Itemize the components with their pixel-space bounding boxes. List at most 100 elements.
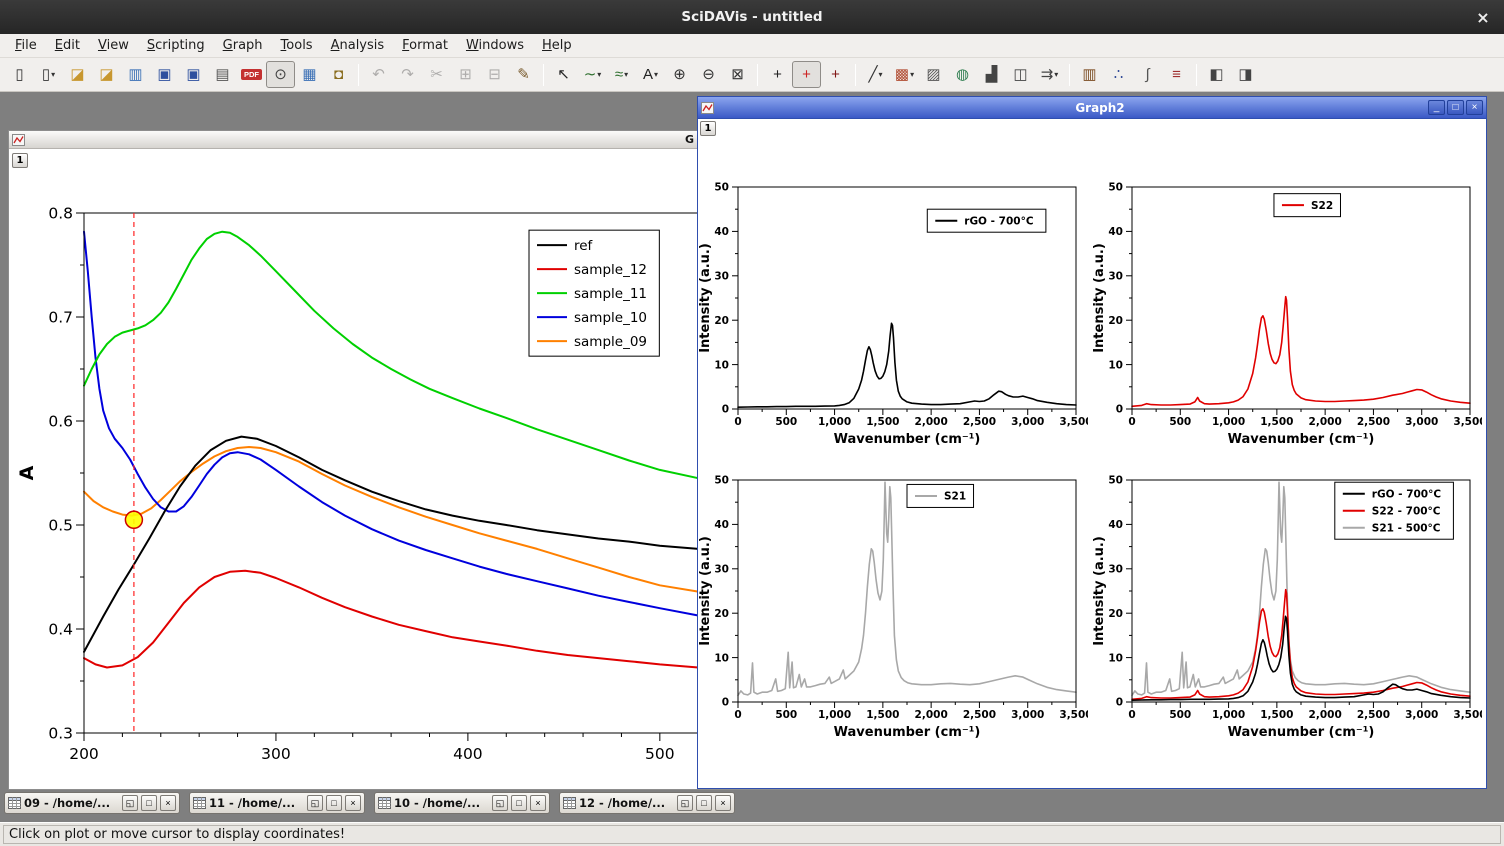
- close-button[interactable]: ×: [715, 795, 731, 811]
- svg-text:50: 50: [714, 475, 729, 487]
- new-project-button[interactable]: ▯: [5, 61, 34, 88]
- maximize-button[interactable]: □: [1447, 100, 1464, 115]
- open-project-button[interactable]: ◪: [63, 61, 92, 88]
- maximize-button[interactable]: □: [511, 795, 527, 811]
- svg-text:20: 20: [714, 315, 729, 327]
- table-icon: [8, 797, 21, 809]
- print-preview-button[interactable]: ⊙: [266, 61, 295, 88]
- plot3d-scatter-icon: ∴: [1114, 67, 1124, 82]
- svg-text:10: 10: [1108, 652, 1123, 664]
- plot3d-scatter-button[interactable]: ∴: [1104, 61, 1133, 88]
- minimized-window-tab[interactable]: 11 - /home/...◱□×: [189, 792, 365, 814]
- plot-steps-button[interactable]: ≈▾: [607, 61, 636, 88]
- close-button[interactable]: ×: [530, 795, 546, 811]
- status-message: Click on plot or move cursor to display …: [9, 827, 345, 842]
- restore-button[interactable]: ◱: [122, 795, 138, 811]
- close-icon[interactable]: ×: [1474, 8, 1492, 26]
- print-button[interactable]: ▤: [208, 61, 237, 88]
- svg-text:30: 30: [1108, 563, 1123, 575]
- draw-line-button[interactable]: ╱▾: [861, 61, 890, 88]
- svg-text:Intensity (a.u.): Intensity (a.u.): [1092, 536, 1107, 646]
- layer-button[interactable]: 1: [700, 121, 716, 136]
- svg-text:sample_12: sample_12: [574, 262, 647, 278]
- pointer-button[interactable]: ↖: [549, 61, 578, 88]
- contour-plot-button[interactable]: ▩▾: [890, 61, 919, 88]
- new-table-button[interactable]: ▦: [295, 61, 324, 88]
- table-icon: [193, 797, 206, 809]
- menu-scripting[interactable]: Scripting: [138, 36, 214, 55]
- project-explorer-button[interactable]: ◧: [1202, 61, 1231, 88]
- graph2-titlebar[interactable]: Graph2 _ □ ×: [698, 97, 1486, 119]
- menu-file[interactable]: File: [6, 36, 46, 55]
- svg-text:0: 0: [734, 709, 741, 721]
- layer-button[interactable]: 1: [12, 153, 28, 168]
- data-reader-icon: +: [831, 67, 840, 82]
- select-tools-off-button[interactable]: +: [763, 61, 792, 88]
- maximize-button[interactable]: □: [141, 795, 157, 811]
- plot-line-icon: ∼: [584, 67, 597, 82]
- raman-s21-plot[interactable]: 05001,0001,5002,0002,5003,0003,500010203…: [698, 450, 1088, 766]
- menu-view[interactable]: View: [89, 36, 138, 55]
- rescale-axes-button[interactable]: ⊠: [723, 61, 752, 88]
- minimized-window-tab[interactable]: 12 - /home/...◱□×: [559, 792, 735, 814]
- menu-edit[interactable]: Edit: [46, 36, 89, 55]
- raman-overlay-plot[interactable]: 05001,0001,5002,0002,5003,0003,500010203…: [1092, 450, 1482, 766]
- plot3d-bars-button[interactable]: ▥: [1075, 61, 1104, 88]
- histogram-button[interactable]: ▟: [977, 61, 1006, 88]
- menu-analysis[interactable]: Analysis: [322, 36, 394, 55]
- plot3d-ribbon-button[interactable]: ≡: [1162, 61, 1191, 88]
- screen-reader-button[interactable]: +: [792, 61, 821, 88]
- zoom-out-button[interactable]: ⊖: [694, 61, 723, 88]
- data-reader-button[interactable]: +: [821, 61, 850, 88]
- plot-line-button[interactable]: ∼▾: [578, 61, 607, 88]
- box-plot-button[interactable]: ◫: [1006, 61, 1035, 88]
- svg-text:0: 0: [734, 416, 741, 428]
- raman-rgo-plot[interactable]: 05001,0001,5002,0002,5003,0003,500010203…: [698, 157, 1088, 473]
- vector-plot-button[interactable]: ⇉▾: [1035, 61, 1064, 88]
- restore-button[interactable]: ◱: [492, 795, 508, 811]
- svg-text:1,000: 1,000: [1212, 416, 1245, 428]
- minimized-window-tab[interactable]: 09 - /home/...◱□×: [4, 792, 180, 814]
- menu-graph[interactable]: Graph: [214, 36, 272, 55]
- svg-text:500: 500: [775, 416, 797, 428]
- export-pdf-button[interactable]: PDF: [237, 61, 266, 88]
- minimized-window-tab[interactable]: 10 - /home/...◱□×: [374, 792, 550, 814]
- raman-s22-plot[interactable]: 05001,0001,5002,0002,5003,0003,500010203…: [1092, 157, 1482, 473]
- svg-text:40: 40: [1108, 226, 1123, 238]
- results-log-button[interactable]: ◨: [1231, 61, 1260, 88]
- lock-toolbars-button[interactable]: ◘: [324, 61, 353, 88]
- minimized-window-label: 10 - /home/...: [394, 796, 489, 810]
- svg-text:3,000: 3,000: [1405, 709, 1438, 721]
- svg-text:2,500: 2,500: [963, 416, 996, 428]
- open-template-button[interactable]: ◪: [92, 61, 121, 88]
- menu-format[interactable]: Format: [393, 36, 457, 55]
- menu-windows[interactable]: Windows: [457, 36, 533, 55]
- image-plot-button[interactable]: ▨: [919, 61, 948, 88]
- save-template-button[interactable]: ▣: [179, 61, 208, 88]
- close-button[interactable]: ×: [1466, 100, 1483, 115]
- copy-button: ⊞: [451, 61, 480, 88]
- maximize-button[interactable]: □: [326, 795, 342, 811]
- plot3d-trajectory-button[interactable]: ∫: [1133, 61, 1162, 88]
- plot-3d-surface-button[interactable]: ◍: [948, 61, 977, 88]
- restore-button[interactable]: ◱: [307, 795, 323, 811]
- titlebar[interactable]: SciDAVis - untitled ×: [0, 0, 1504, 34]
- menu-tools[interactable]: Tools: [272, 36, 322, 55]
- maximize-button[interactable]: □: [696, 795, 712, 811]
- graph-window-icon: [12, 134, 25, 146]
- minimize-button[interactable]: _: [1428, 100, 1445, 115]
- close-button[interactable]: ×: [160, 795, 176, 811]
- new-aspect-button[interactable]: ▯▾: [34, 61, 63, 88]
- close-button[interactable]: ×: [345, 795, 361, 811]
- script-editor-button[interactable]: ✎: [509, 61, 538, 88]
- menu-help[interactable]: Help: [533, 36, 581, 55]
- save-project-button[interactable]: ▣: [150, 61, 179, 88]
- zoom-in-button[interactable]: ⊕: [665, 61, 694, 88]
- toolbar-separator: [855, 64, 856, 86]
- graph2-canvas[interactable]: 1 05001,0001,5002,0002,5003,0003,5000102…: [698, 119, 1486, 788]
- import-ascii-button[interactable]: ▥: [121, 61, 150, 88]
- toolbar-separator: [757, 64, 758, 86]
- cut-button: ✂: [422, 61, 451, 88]
- add-text-button[interactable]: A▾: [636, 61, 665, 88]
- restore-button[interactable]: ◱: [677, 795, 693, 811]
